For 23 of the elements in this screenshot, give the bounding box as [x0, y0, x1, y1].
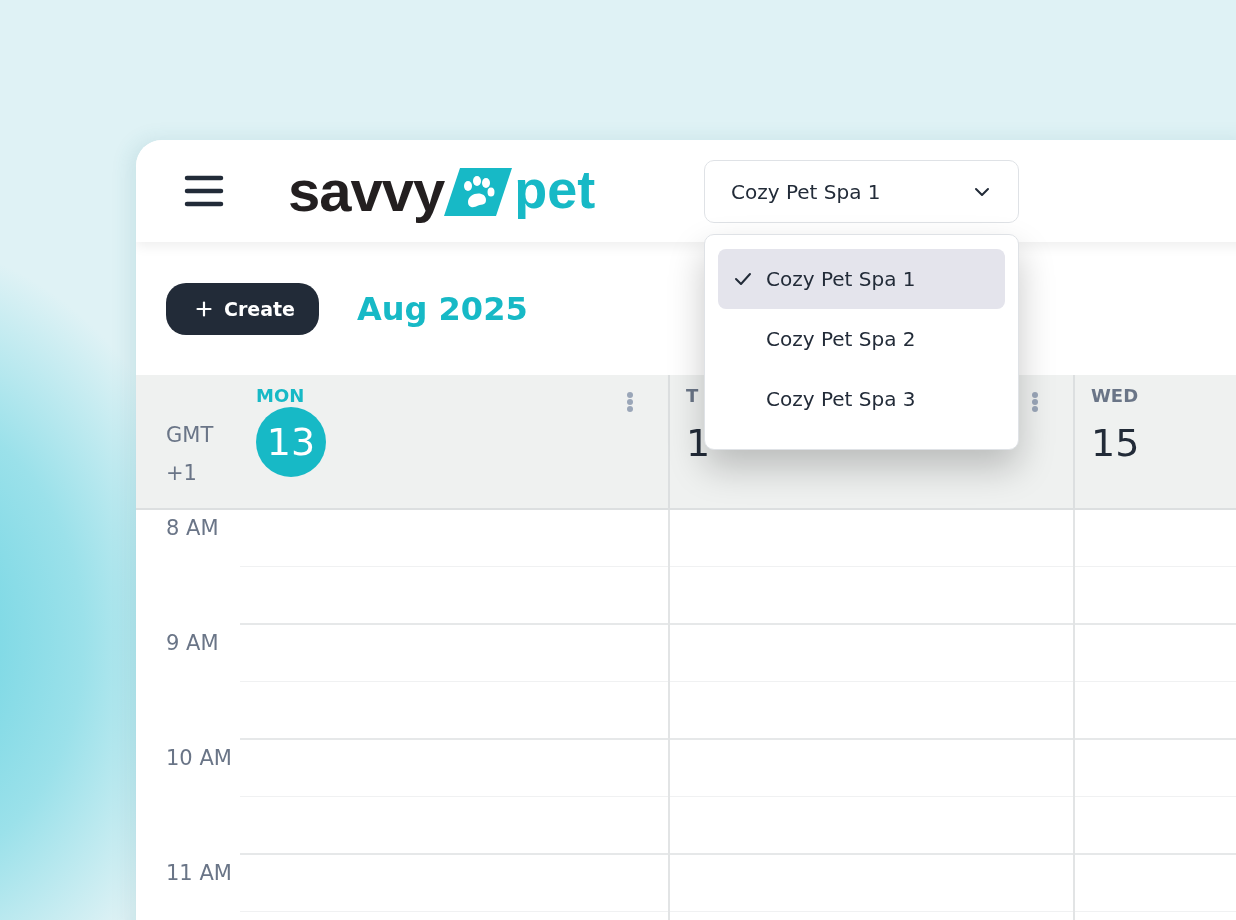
chevron-down-icon — [974, 186, 990, 197]
more-icon[interactable] — [1031, 391, 1039, 413]
time-label: 8 AM — [165, 515, 220, 540]
weekday-label: WED — [1091, 385, 1139, 406]
paw-logo-icon — [444, 168, 513, 216]
weekday-label: MON — [256, 385, 305, 406]
dropdown-option[interactable]: Cozy Pet Spa 2 — [718, 309, 1005, 369]
month-title: Aug 2025 — [357, 289, 528, 328]
day-number[interactable]: 15 — [1091, 417, 1140, 469]
time-label: 10 AM — [165, 745, 233, 770]
menu-icon[interactable] — [184, 174, 224, 208]
plus-icon — [196, 300, 212, 317]
timezone-label: GMT +1 — [166, 421, 215, 487]
more-icon[interactable] — [626, 391, 634, 413]
time-label: 9 AM — [165, 630, 220, 655]
dropdown-option[interactable]: Cozy Pet Spa 3 — [718, 369, 1005, 429]
time-label: 11 AM — [165, 860, 233, 885]
select-value: Cozy Pet Spa 1 — [731, 179, 881, 204]
check-icon — [734, 272, 752, 286]
create-button[interactable]: Create — [166, 282, 319, 335]
weekday-label: T — [686, 385, 699, 406]
location-select[interactable]: Cozy Pet Spa 1 — [704, 160, 1019, 223]
dropdown-option[interactable]: Cozy Pet Spa 1 — [718, 249, 1005, 309]
